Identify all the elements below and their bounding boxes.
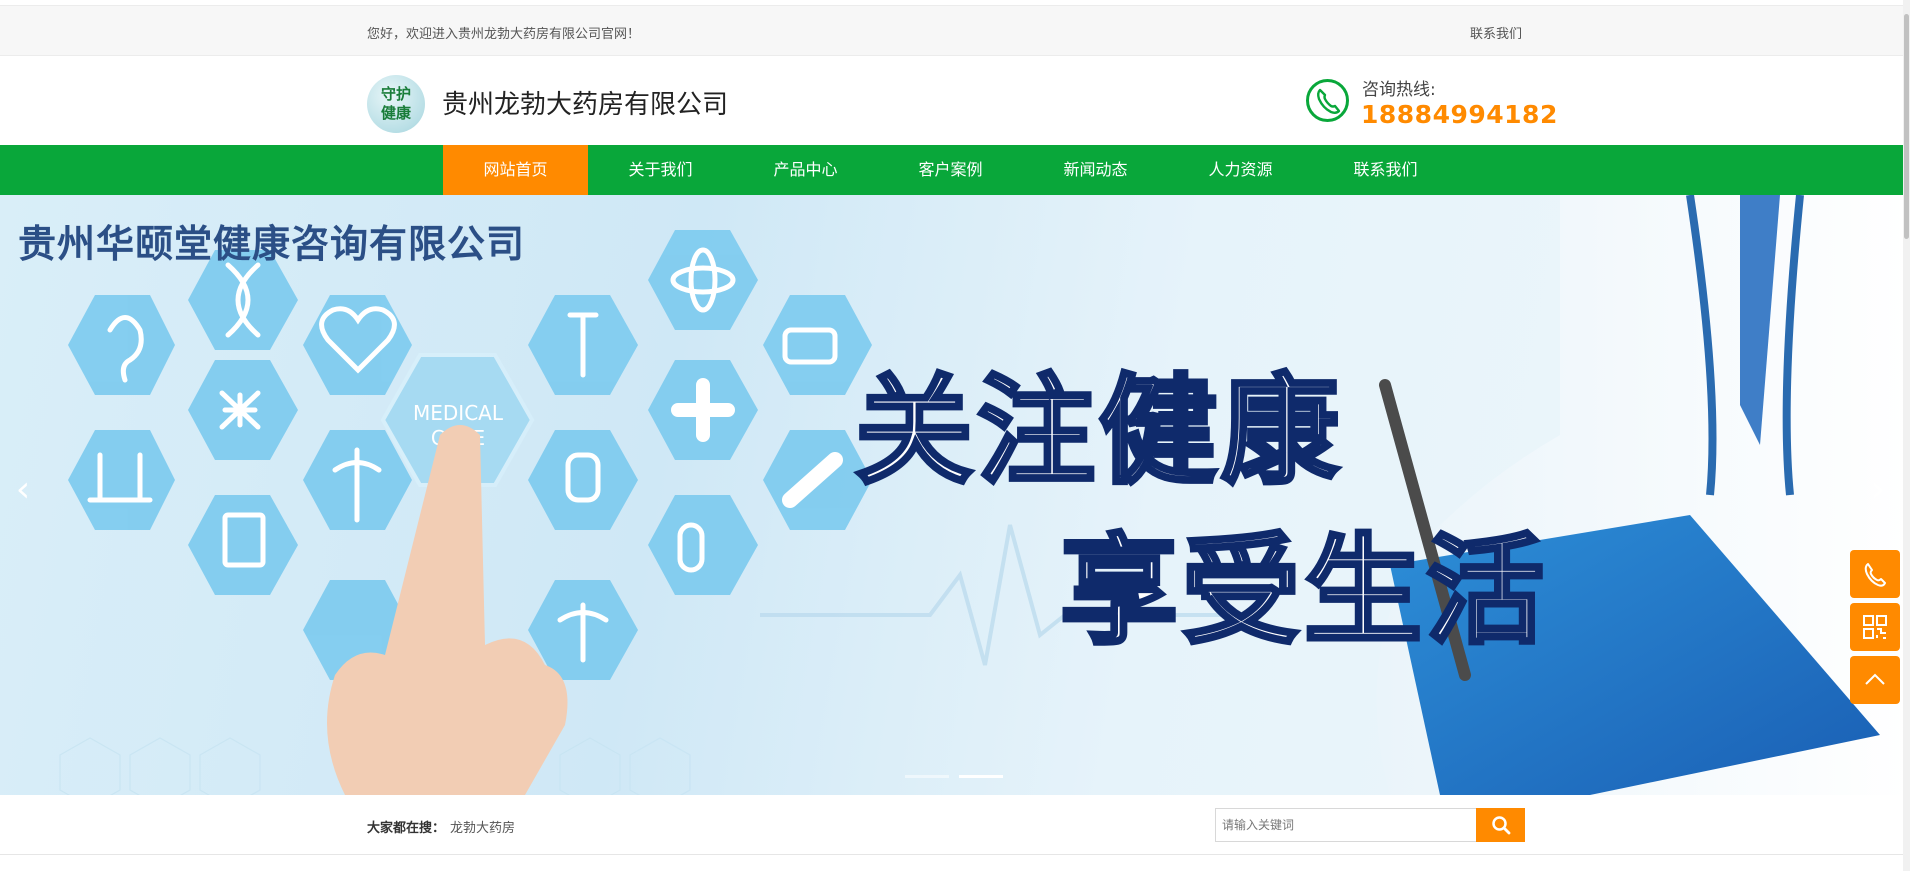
banner-dot-2[interactable] <box>959 775 1003 778</box>
hex-label-line1: MEDICAL <box>413 401 504 425</box>
slogan-line2: 享受生活 <box>1058 520 1549 662</box>
nav-home[interactable]: 网站首页 <box>443 145 588 195</box>
banner-company-text: 贵州华颐堂健康咨询有限公司 <box>18 222 526 266</box>
banner-dot-1[interactable] <box>905 775 949 778</box>
atom-hexagon <box>648 230 758 330</box>
top-contact-link[interactable]: 联系我们 <box>1470 23 1522 42</box>
back-to-top-icon <box>1865 673 1885 685</box>
banner-prev-arrow[interactable]: ‹ <box>10 465 36 515</box>
nav-products[interactable]: 产品中心 <box>733 145 878 195</box>
nav-about[interactable]: 关于我们 <box>588 145 733 195</box>
side-qrcode-button[interactable] <box>1850 603 1900 651</box>
heart-hexagon <box>303 295 412 395</box>
hotline-number: 18884994182 <box>1361 100 1558 129</box>
clipboard-hexagon <box>188 495 298 595</box>
phone-icon <box>1864 563 1886 587</box>
page-scrollbar[interactable] <box>1903 0 1910 871</box>
search-strip: 大家都在搜： 龙勃大药房 <box>0 795 1903 855</box>
main-nav: 网站首页 关于我们 产品中心 客户案例 新闻动态 人力资源 联系我们 <box>0 145 1910 195</box>
logo-text-line2: 健康 <box>380 104 411 122</box>
hot-search-keyword[interactable]: 龙勃大药房 <box>450 817 515 836</box>
nav-contact[interactable]: 联系我们 <box>1313 145 1458 195</box>
hot-search-label: 大家都在搜： <box>367 821 446 836</box>
side-back-to-top-button[interactable] <box>1850 656 1900 704</box>
qrcode-icon <box>1863 615 1887 639</box>
ear-hexagon <box>68 295 175 395</box>
slogan-line1: 关注健康 <box>853 360 1344 502</box>
search-icon <box>1491 816 1510 835</box>
iv-hexagon <box>528 430 638 530</box>
molecule-icon <box>219 390 261 430</box>
side-phone-button[interactable] <box>1850 550 1900 598</box>
top-bar: 您好，欢迎进入贵州龙勃大药房有限公司官网！ 联系我们 <box>0 5 1910 56</box>
search-input[interactable] <box>1215 808 1477 842</box>
banner-pagination <box>905 775 1003 778</box>
logo[interactable]: 守护 健康 <box>367 75 425 133</box>
company-name: 贵州龙勃大药房有限公司 <box>442 90 729 120</box>
hero-banner[interactable]: MEDICAL CARE 贵州华颐堂健康咨询有限公司 关注健康 享受生活 ‹ › <box>0 195 1910 795</box>
phone-icon <box>1306 79 1349 122</box>
site-header: 守护 健康 贵州龙勃大药房有限公司 咨询热线: 18884994182 <box>0 56 1910 144</box>
nav-cases[interactable]: 客户案例 <box>878 145 1023 195</box>
banner-next-arrow[interactable]: › <box>1865 465 1891 515</box>
search-button[interactable] <box>1476 808 1525 842</box>
scrollbar-thumb[interactable] <box>1904 14 1909 239</box>
nav-news[interactable]: 新闻动态 <box>1023 145 1168 195</box>
nav-hr[interactable]: 人力资源 <box>1168 145 1313 195</box>
welcome-text: 您好，欢迎进入贵州龙勃大药房有限公司官网！ <box>367 27 641 42</box>
logo-text-line1: 守护 <box>380 85 411 103</box>
lab-hexagon <box>68 430 175 530</box>
hotline-label: 咨询热线: <box>1362 80 1436 100</box>
